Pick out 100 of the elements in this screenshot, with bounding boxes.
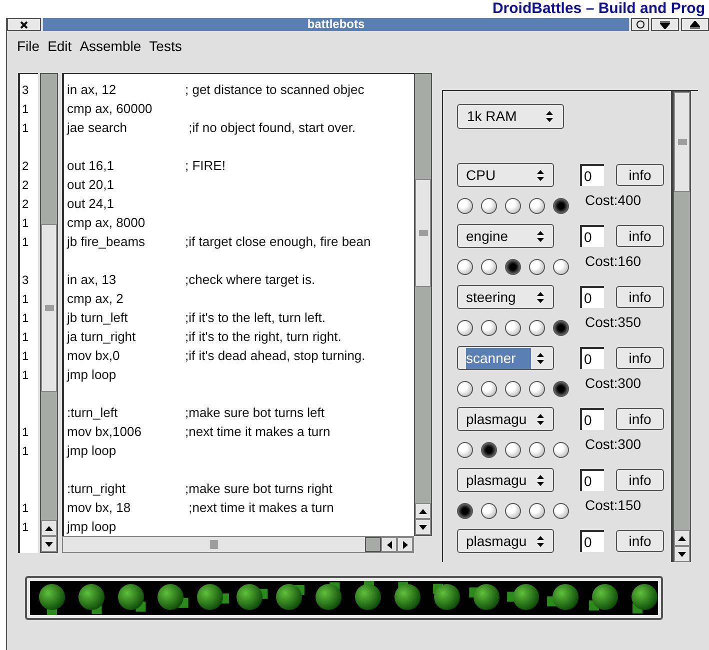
amount-field[interactable]: 0 bbox=[580, 347, 604, 369]
info-button[interactable]: info bbox=[616, 164, 664, 186]
radio-button[interactable] bbox=[457, 442, 473, 458]
radio-button[interactable] bbox=[505, 502, 521, 518]
part-select[interactable]: steering bbox=[457, 285, 554, 309]
code-comment: ;if no object found, start over. bbox=[188, 118, 356, 137]
radio-button[interactable] bbox=[481, 198, 497, 214]
ram-select[interactable]: 1k RAM bbox=[457, 104, 564, 129]
radio-button[interactable] bbox=[481, 502, 497, 518]
info-button[interactable]: info bbox=[616, 530, 664, 552]
spinner-icon bbox=[536, 352, 545, 364]
radio-button[interactable] bbox=[481, 380, 497, 396]
close-button[interactable] bbox=[7, 18, 41, 31]
scroll-down-button[interactable] bbox=[41, 536, 57, 552]
line-count: 2 bbox=[22, 196, 29, 212]
part-select[interactable]: plasmagu bbox=[457, 529, 554, 553]
horizontal-scrollbar[interactable] bbox=[62, 536, 414, 553]
amount-field[interactable]: 0 bbox=[580, 286, 604, 308]
spinner-icon bbox=[536, 230, 545, 242]
code-instruction: ja turn_right bbox=[67, 328, 137, 346]
radio-button[interactable] bbox=[553, 320, 569, 336]
line-count: 1 bbox=[22, 442, 29, 460]
part-select[interactable]: plasmagu bbox=[457, 407, 554, 431]
scroll-up-button[interactable] bbox=[674, 530, 690, 546]
part-select[interactable]: plasmagu bbox=[457, 468, 554, 492]
code-editor[interactable] bbox=[62, 73, 414, 536]
down-arrow-icon bbox=[419, 524, 427, 530]
menu-item[interactable]: Edit bbox=[48, 36, 72, 56]
down-arrow-icon bbox=[45, 542, 53, 546]
radio-button[interactable] bbox=[553, 442, 569, 458]
radio-button[interactable] bbox=[457, 258, 473, 274]
vertical-scrollbar[interactable] bbox=[414, 73, 432, 536]
radio-button[interactable] bbox=[505, 380, 521, 396]
radio-button[interactable] bbox=[553, 258, 569, 274]
circle-icon bbox=[636, 20, 644, 29]
scroll-down-button[interactable] bbox=[674, 546, 690, 562]
radio-button[interactable] bbox=[529, 380, 545, 396]
maximize-button[interactable] bbox=[681, 18, 709, 31]
code-instruction: mov bx,0 bbox=[67, 346, 121, 365]
menu-item[interactable]: Tests bbox=[149, 36, 182, 56]
part-name: plasmagu bbox=[466, 470, 528, 490]
radio-button[interactable] bbox=[457, 502, 473, 518]
vertical-scrollbar[interactable] bbox=[40, 73, 58, 553]
info-button[interactable]: info bbox=[616, 286, 664, 308]
spinner-icon bbox=[536, 534, 545, 548]
info-button[interactable]: info bbox=[616, 469, 664, 491]
amount-field[interactable]: 0 bbox=[580, 225, 604, 247]
code-comment: ;make sure bot turns left bbox=[185, 404, 324, 422]
scroll-right-button[interactable] bbox=[397, 537, 413, 552]
amount-field[interactable]: 0 bbox=[580, 408, 604, 430]
scrollbar-thumb[interactable] bbox=[41, 224, 57, 392]
radio-button[interactable] bbox=[529, 442, 545, 458]
amount-field[interactable]: 0 bbox=[580, 530, 604, 552]
vertical-scrollbar[interactable] bbox=[673, 91, 691, 562]
part-select[interactable]: CPU bbox=[457, 163, 554, 187]
menu-item[interactable]: File bbox=[17, 36, 40, 56]
info-button[interactable]: info bbox=[616, 225, 664, 247]
code-instruction: jmp loop bbox=[67, 518, 118, 536]
radio-button[interactable] bbox=[505, 320, 521, 336]
menu-item[interactable]: Assemble bbox=[80, 36, 142, 56]
radio-button[interactable] bbox=[505, 258, 521, 274]
scroll-down-button[interactable] bbox=[415, 519, 431, 535]
code-comment: ;next time it makes a turn bbox=[188, 498, 334, 517]
scrollbar-thumb[interactable] bbox=[415, 179, 431, 287]
grip-icon bbox=[678, 138, 686, 146]
radio-button[interactable] bbox=[457, 320, 473, 336]
radio-button[interactable] bbox=[529, 320, 545, 336]
code-instruction: cmp ax, 2 bbox=[67, 290, 124, 308]
part-select[interactable]: engine bbox=[457, 224, 554, 248]
radio-button[interactable] bbox=[553, 198, 569, 214]
radio-button[interactable] bbox=[529, 258, 545, 274]
amount-field[interactable]: 0 bbox=[580, 164, 604, 186]
down-arrow-icon bbox=[660, 20, 670, 28]
line-count: 1 bbox=[22, 348, 29, 364]
radio-button[interactable] bbox=[457, 380, 473, 396]
down-arrow-icon bbox=[678, 552, 686, 556]
info-button[interactable]: info bbox=[616, 347, 664, 369]
left-arrow-icon bbox=[386, 540, 392, 548]
line-count: 2 bbox=[22, 176, 29, 194]
scroll-up-button[interactable] bbox=[41, 520, 57, 536]
scroll-left-button[interactable] bbox=[381, 537, 397, 552]
radio-button[interactable] bbox=[529, 502, 545, 518]
radio-button[interactable] bbox=[529, 198, 545, 214]
scroll-up-button[interactable] bbox=[415, 503, 431, 519]
info-button[interactable]: info bbox=[616, 408, 664, 430]
radio-button[interactable] bbox=[553, 380, 569, 396]
radio-button[interactable] bbox=[481, 258, 497, 274]
minimize-button[interactable] bbox=[651, 18, 679, 31]
part-select[interactable]: scanner bbox=[457, 346, 554, 370]
up-arrow-icon bbox=[419, 508, 427, 514]
radio-button[interactable] bbox=[505, 442, 521, 458]
radio-button[interactable] bbox=[553, 502, 569, 518]
radio-button[interactable] bbox=[457, 198, 473, 214]
cost-label: Cost:160 bbox=[585, 252, 642, 271]
radio-button[interactable] bbox=[481, 320, 497, 336]
radio-button[interactable] bbox=[505, 198, 521, 214]
radio-button[interactable] bbox=[481, 442, 497, 458]
amount-field[interactable]: 0 bbox=[580, 469, 604, 491]
scrollbar-thumb[interactable] bbox=[674, 92, 690, 192]
shade-button[interactable] bbox=[631, 18, 649, 31]
